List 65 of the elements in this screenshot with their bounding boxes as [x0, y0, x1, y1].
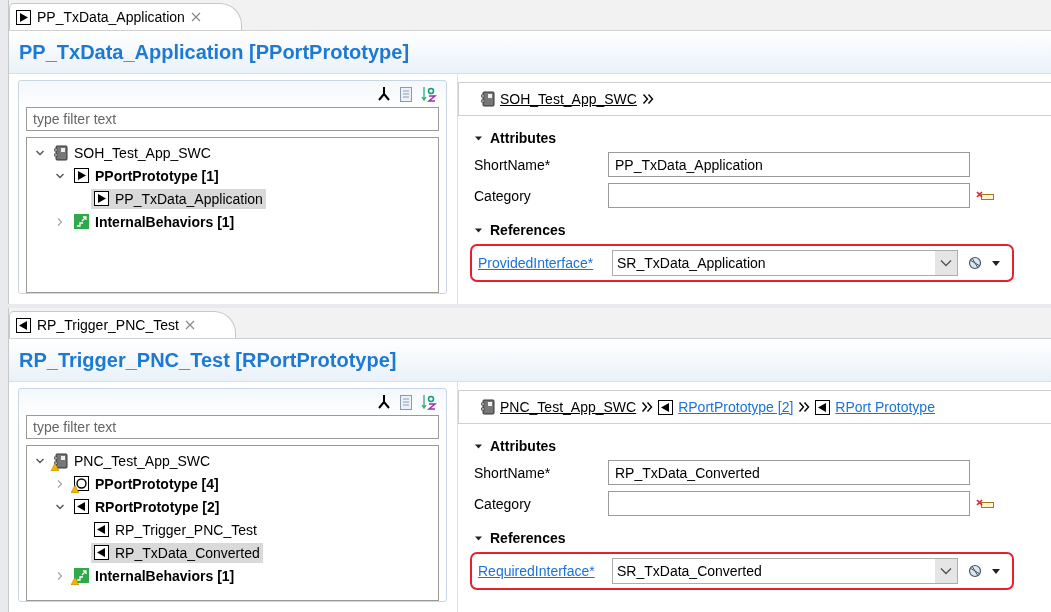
tree-item[interactable]: SOH_Test_App_SWC	[51, 142, 214, 163]
document-icon[interactable]	[400, 394, 412, 410]
breadcrumb-link[interactable]: PNC_Test_App_SWC	[500, 399, 637, 415]
filter-field[interactable]: type filter text	[26, 107, 439, 131]
editor-title: PP_TxData_Application [PPortPrototype]	[19, 40, 410, 64]
component-icon	[54, 144, 68, 161]
fork-icon[interactable]	[377, 86, 391, 102]
tree-item[interactable]: RP_TxData_Converted	[91, 542, 263, 563]
editor-tab[interactable]: RP_Trigger_PNC_Test	[9, 311, 236, 338]
clear-field-icon[interactable]	[976, 498, 994, 509]
text-field[interactable]	[608, 491, 970, 516]
text-field[interactable]: PP_TxData_Application	[608, 152, 970, 177]
tree-item[interactable]: PNC_Test_App_SWC	[51, 450, 214, 471]
component-icon	[481, 399, 495, 415]
sort-alphabetical-icon[interactable]	[421, 86, 437, 102]
warning-icon	[71, 577, 79, 585]
sort-alphabetical-icon[interactable]	[421, 394, 437, 410]
section-heading: Attributes	[490, 130, 557, 146]
field-label: ShortName*	[474, 156, 552, 173]
tree-item[interactable]: PP_TxData_Application	[91, 188, 266, 209]
breadcrumb-link[interactable]: RPort Prototype	[835, 399, 935, 415]
port-circle-icon	[74, 476, 89, 491]
component-icon	[481, 91, 495, 107]
section-heading: References	[490, 222, 566, 238]
double-chevron-icon[interactable]	[641, 93, 654, 105]
breadcrumb-link[interactable]: RPortPrototype [2]	[678, 399, 794, 415]
text-field[interactable]	[608, 183, 970, 208]
tree-item[interactable]: PPortPrototype [1]	[71, 165, 222, 186]
double-chevron-icon	[798, 401, 811, 413]
tree-item[interactable]: RP_Trigger_PNC_Test	[91, 519, 260, 540]
warning-icon	[51, 462, 59, 471]
globe-icon[interactable]	[968, 564, 982, 578]
close-icon[interactable]	[190, 12, 201, 22]
breadcrumb-link[interactable]: SOH_Test_App_SWC	[500, 91, 637, 107]
dropdown-arrow-icon[interactable]	[992, 260, 1000, 266]
tree-item[interactable]: PPortPrototype [4]	[71, 473, 222, 494]
reference-dropdown[interactable]: SR_TxData_Application	[612, 250, 958, 276]
editor-tab[interactable]: PP_TxData_Application	[9, 3, 242, 30]
field-label: Category	[474, 495, 532, 512]
behavior-icon	[74, 214, 89, 229]
dropdown-arrow-icon[interactable]	[992, 568, 1000, 574]
tree-item[interactable]: RPortPrototype [2]	[71, 496, 223, 517]
editor-title: RP_Trigger_PNC_Test [RPortPrototype]	[19, 348, 397, 372]
warning-icon	[71, 485, 79, 493]
document-icon[interactable]	[400, 86, 412, 102]
section-heading: References	[490, 530, 566, 546]
filter-field[interactable]: type filter text	[26, 415, 439, 439]
globe-icon[interactable]	[968, 256, 982, 270]
close-icon[interactable]	[184, 320, 195, 330]
dropdown-chevron-icon	[935, 559, 957, 583]
reference-dropdown[interactable]: SR_TxData_Converted	[612, 558, 958, 584]
double-chevron-icon	[641, 401, 654, 413]
section-heading: Attributes	[490, 438, 557, 454]
dropdown-chevron-icon	[935, 251, 957, 275]
field-label: ShortName*	[474, 464, 552, 481]
field-label: Category	[474, 187, 532, 204]
reference-link[interactable]: RequiredInterface*	[478, 563, 602, 579]
tree-item[interactable]: InternalBehaviors [1]	[71, 565, 238, 586]
tree-item[interactable]: InternalBehaviors [1]	[71, 211, 238, 232]
text-field[interactable]: RP_TxData_Converted	[608, 460, 970, 485]
reference-link[interactable]: ProvidedInterface*	[478, 255, 602, 271]
clear-field-icon[interactable]	[976, 190, 994, 201]
behavior-icon	[74, 568, 89, 583]
component-icon	[54, 452, 68, 469]
fork-icon[interactable]	[377, 394, 391, 410]
